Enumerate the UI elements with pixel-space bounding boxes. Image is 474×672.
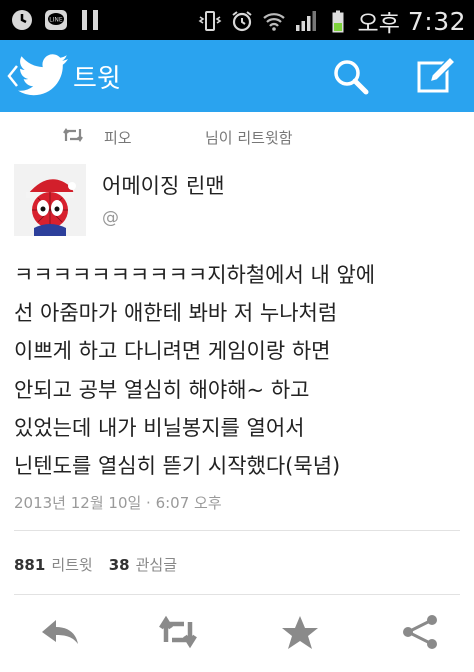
retweet-count-label[interactable]: 리트윗	[51, 554, 92, 575]
alarm-icon	[231, 11, 252, 32]
status-bar: LINE 오후 7:32	[0, 0, 474, 40]
divider	[14, 594, 460, 595]
tweet-line: 선 아줌마가 애한테 봐바 저 누나처럼	[14, 301, 338, 326]
reply-icon[interactable]	[38, 612, 82, 652]
wifi-icon	[262, 13, 285, 31]
favorite-star-icon[interactable]	[278, 612, 322, 652]
tweet-stats: 881 리트윗 38 관심글	[14, 554, 177, 575]
favorite-count[interactable]: 38	[109, 556, 130, 574]
display-name[interactable]: 어메이징 린맨	[102, 170, 225, 200]
signal-icon	[295, 11, 316, 31]
favorite-count-label[interactable]: 관심글	[136, 554, 177, 575]
tweet-timestamp: 2013년 12월 10일 · 6:07 오후	[14, 494, 222, 512]
retweet-icon[interactable]	[156, 612, 200, 652]
tweet-line: 안되고 공부 열심히 해야해~ 하고	[14, 377, 310, 402]
retweet-count[interactable]: 881	[14, 556, 45, 574]
twitter-bird-icon[interactable]	[18, 54, 68, 96]
app-bar: 트윗	[0, 40, 474, 112]
pause-icon	[82, 10, 98, 30]
tweet-line: ㅋㅋㅋㅋㅋㅋㅋㅋㅋㅋ지하철에서 내 앞에	[14, 263, 376, 287]
retweeted-by: 피오 님이 리트윗함	[0, 125, 474, 153]
retweet-icon	[63, 128, 83, 142]
share-icon[interactable]	[398, 612, 442, 652]
clock-icon	[12, 10, 32, 30]
page-title: 트윗	[73, 64, 121, 94]
avatar[interactable]	[14, 164, 86, 236]
battery-icon	[332, 10, 344, 33]
spiderman-avatar-icon	[14, 164, 86, 236]
tweet-line: 이쁘게 하고 다니려면 게임이랑 하면	[14, 339, 331, 364]
svg-text:LINE: LINE	[49, 17, 63, 24]
tweet-text: ㅋㅋㅋㅋㅋㅋㅋㅋㅋㅋ지하철에서 내 앞에 선 아줌마가 애한테 봐바 저 누나처…	[14, 256, 464, 485]
vibrate-icon	[198, 11, 221, 31]
tweet-line: 있었는데 내가 비닐봉지를 열어서	[14, 415, 305, 440]
retweet-suffix: 님이 리트윗함	[205, 129, 293, 147]
compose-icon[interactable]	[416, 56, 456, 96]
user-handle[interactable]: @	[102, 208, 119, 228]
retweet-user[interactable]: 피오	[104, 127, 132, 148]
search-icon[interactable]	[332, 58, 370, 96]
divider	[14, 530, 460, 531]
status-ampm: 오후	[357, 11, 400, 37]
status-time: 7:32	[407, 6, 466, 36]
line-app-icon: LINE	[45, 10, 67, 30]
tweet-line: 닌텐도를 열심히 뜯기 시작했다(묵념)	[14, 454, 341, 479]
